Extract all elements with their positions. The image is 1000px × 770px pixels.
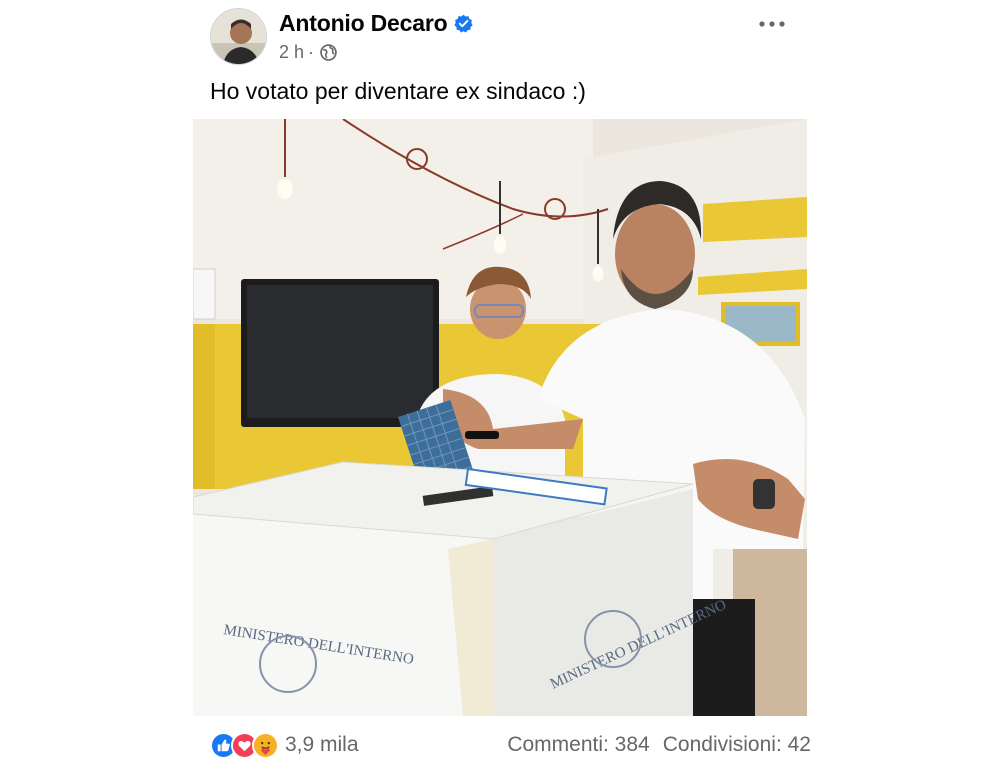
shares-count[interactable]: Condivisioni: 42 [663,733,811,757]
verified-badge-icon [454,14,474,33]
post-photo[interactable]: MINISTERO DELL'INTERNO MINISTERO DELL'IN… [193,119,807,716]
author-name[interactable]: Antonio Decaro [279,10,448,37]
reaction-count[interactable]: 3,9 mila [285,733,359,757]
reactions-summary[interactable]: 3,9 mila [210,731,359,759]
more-options-icon [759,21,785,27]
more-options-button[interactable] [752,12,792,36]
post-footer: 3,9 mila Commenti: 384 Condivisioni: 42 [210,728,811,762]
care-icon [252,731,279,759]
avatar[interactable] [210,8,267,65]
post-text: Ho votato per diventare ex sindaco :) [210,78,586,104]
post-timestamp[interactable]: 2 h [279,42,304,63]
engagement-counts: Commenti: 384 Condivisioni: 42 [507,733,811,757]
post-header: Antonio Decaro 2 h · [210,8,800,68]
post-meta: 2 h · [279,42,337,63]
comments-count[interactable]: Commenti: 384 [507,733,649,757]
author-line: Antonio Decaro [279,10,474,37]
meta-separator: · [308,42,315,62]
globe-icon[interactable] [320,44,337,61]
